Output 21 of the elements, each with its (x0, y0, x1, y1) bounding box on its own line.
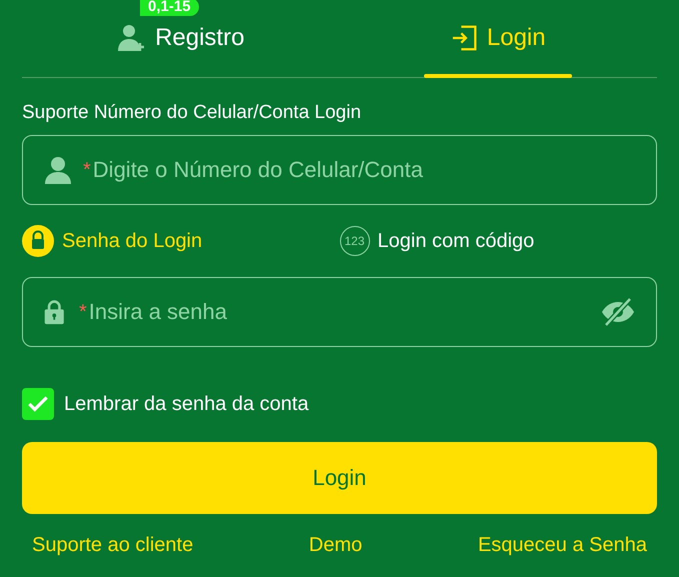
checkbox-label: Lembrar da senha da conta (64, 392, 309, 416)
badge: 0,1-15 (140, 0, 199, 16)
password-input[interactable]: Insira a senha (88, 299, 592, 325)
user-icon (43, 155, 73, 185)
checkbox[interactable] (22, 388, 54, 420)
hidden-eye-icon[interactable] (600, 297, 636, 327)
code-icon: 123 (340, 226, 370, 256)
login-method[interactable]: 123 Login com código (340, 226, 657, 256)
login-method[interactable]: Senha do Login (22, 225, 340, 257)
account-input[interactable]: Digite o Número do Celular/Conta (92, 157, 636, 183)
login-button[interactable]: Login (22, 442, 657, 514)
lock-icon (22, 225, 54, 257)
tab[interactable]: 0,1-15 Registro (22, 0, 340, 77)
login-icon (450, 24, 479, 52)
field-label: Suporte Número do Celular/Conta Login (22, 102, 362, 124)
required-mark: * (83, 158, 91, 182)
tab[interactable]: Login (340, 0, 657, 77)
link[interactable]: Demo (308, 534, 362, 557)
link[interactable]: Suporte ao cliente (32, 534, 194, 557)
required-mark: * (79, 300, 87, 324)
link[interactable]: Esqueceu a Senha (478, 534, 647, 557)
